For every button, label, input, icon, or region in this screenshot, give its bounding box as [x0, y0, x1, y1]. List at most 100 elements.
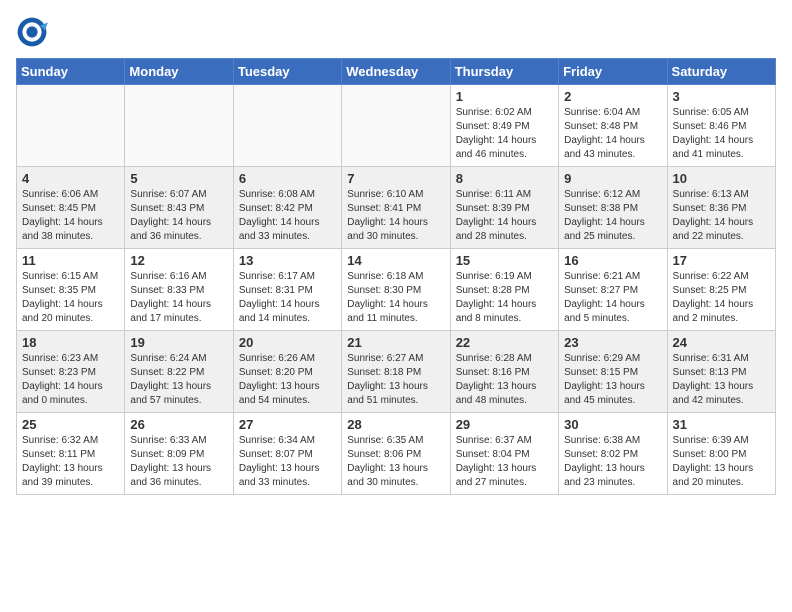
day-number: 10	[673, 171, 770, 186]
day-info: Sunrise: 6:05 AM Sunset: 8:46 PM Dayligh…	[673, 106, 770, 162]
calendar-body: 1 Sunrise: 6:02 AM Sunset: 8:49 PM Daylig…	[17, 85, 776, 495]
day-info: Sunrise: 6:39 AM Sunset: 8:00 PM Dayligh…	[673, 434, 770, 490]
day-info: Sunrise: 6:34 AM Sunset: 8:07 PM Dayligh…	[239, 434, 336, 490]
day-number: 7	[347, 171, 444, 186]
day-info: Sunrise: 6:02 AM Sunset: 8:49 PM Dayligh…	[456, 106, 553, 162]
calendar-cell: 10Sunrise: 6:13 AM Sunset: 8:36 PM Dayli…	[667, 167, 775, 249]
day-number: 5	[130, 171, 227, 186]
calendar-cell: 1 Sunrise: 6:02 AM Sunset: 8:49 PM Daylig…	[450, 85, 558, 167]
week-row-5: 25Sunrise: 6:32 AM Sunset: 8:11 PM Dayli…	[17, 413, 776, 495]
day-number: 28	[347, 417, 444, 432]
day-header-sunday: Sunday	[17, 59, 125, 85]
day-header-thursday: Thursday	[450, 59, 558, 85]
day-number: 15	[456, 253, 553, 268]
day-header-monday: Monday	[125, 59, 233, 85]
calendar-cell: 4 Sunrise: 6:06 AM Sunset: 8:45 PM Daylig…	[17, 167, 125, 249]
day-number: 27	[239, 417, 336, 432]
day-info: Sunrise: 6:26 AM Sunset: 8:20 PM Dayligh…	[239, 352, 336, 408]
day-number: 13	[239, 253, 336, 268]
day-info: Sunrise: 6:11 AM Sunset: 8:39 PM Dayligh…	[456, 188, 553, 244]
logo-icon	[16, 16, 48, 48]
calendar-cell	[125, 85, 233, 167]
day-info: Sunrise: 6:33 AM Sunset: 8:09 PM Dayligh…	[130, 434, 227, 490]
logo	[16, 16, 52, 48]
day-number: 19	[130, 335, 227, 350]
calendar-cell: 7 Sunrise: 6:10 AM Sunset: 8:41 PM Daylig…	[342, 167, 450, 249]
calendar-header: SundayMondayTuesdayWednesdayThursdayFrid…	[17, 59, 776, 85]
day-number: 22	[456, 335, 553, 350]
day-number: 4	[22, 171, 119, 186]
day-number: 6	[239, 171, 336, 186]
day-info: Sunrise: 6:06 AM Sunset: 8:45 PM Dayligh…	[22, 188, 119, 244]
day-info: Sunrise: 6:19 AM Sunset: 8:28 PM Dayligh…	[456, 270, 553, 326]
day-info: Sunrise: 6:04 AM Sunset: 8:48 PM Dayligh…	[564, 106, 661, 162]
calendar-cell: 2 Sunrise: 6:04 AM Sunset: 8:48 PM Daylig…	[559, 85, 667, 167]
calendar-cell: 24 Sunrise: 6:31 AM Sunset: 8:13 PM Dayli…	[667, 331, 775, 413]
calendar-cell: 22 Sunrise: 6:28 AM Sunset: 8:16 PM Dayli…	[450, 331, 558, 413]
header	[16, 16, 776, 48]
calendar-cell: 26 Sunrise: 6:33 AM Sunset: 8:09 PM Dayli…	[125, 413, 233, 495]
day-info: Sunrise: 6:28 AM Sunset: 8:16 PM Dayligh…	[456, 352, 553, 408]
day-number: 16	[564, 253, 661, 268]
day-info: Sunrise: 6:35 AM Sunset: 8:06 PM Dayligh…	[347, 434, 444, 490]
day-info: Sunrise: 6:08 AM Sunset: 8:42 PM Dayligh…	[239, 188, 336, 244]
calendar-table: SundayMondayTuesdayWednesdayThursdayFrid…	[16, 58, 776, 495]
day-number: 25	[22, 417, 119, 432]
day-info: Sunrise: 6:18 AM Sunset: 8:30 PM Dayligh…	[347, 270, 444, 326]
calendar-cell: 18Sunrise: 6:23 AM Sunset: 8:23 PM Dayli…	[17, 331, 125, 413]
day-number: 14	[347, 253, 444, 268]
day-number: 31	[673, 417, 770, 432]
calendar-cell: 11Sunrise: 6:15 AM Sunset: 8:35 PM Dayli…	[17, 249, 125, 331]
calendar-cell: 6 Sunrise: 6:08 AM Sunset: 8:42 PM Daylig…	[233, 167, 341, 249]
day-number: 9	[564, 171, 661, 186]
calendar-cell: 8 Sunrise: 6:11 AM Sunset: 8:39 PM Daylig…	[450, 167, 558, 249]
calendar-cell: 19 Sunrise: 6:24 AM Sunset: 8:22 PM Dayli…	[125, 331, 233, 413]
day-number: 26	[130, 417, 227, 432]
day-number: 29	[456, 417, 553, 432]
header-row: SundayMondayTuesdayWednesdayThursdayFrid…	[17, 59, 776, 85]
day-number: 17	[673, 253, 770, 268]
calendar-cell: 3 Sunrise: 6:05 AM Sunset: 8:46 PM Daylig…	[667, 85, 775, 167]
week-row-3: 11Sunrise: 6:15 AM Sunset: 8:35 PM Dayli…	[17, 249, 776, 331]
week-row-2: 4 Sunrise: 6:06 AM Sunset: 8:45 PM Daylig…	[17, 167, 776, 249]
calendar-cell: 25Sunrise: 6:32 AM Sunset: 8:11 PM Dayli…	[17, 413, 125, 495]
day-number: 8	[456, 171, 553, 186]
day-info: Sunrise: 6:37 AM Sunset: 8:04 PM Dayligh…	[456, 434, 553, 490]
calendar-cell	[342, 85, 450, 167]
calendar-cell: 13 Sunrise: 6:17 AM Sunset: 8:31 PM Dayli…	[233, 249, 341, 331]
day-header-tuesday: Tuesday	[233, 59, 341, 85]
calendar-cell: 5 Sunrise: 6:07 AM Sunset: 8:43 PM Daylig…	[125, 167, 233, 249]
day-info: Sunrise: 6:16 AM Sunset: 8:33 PM Dayligh…	[130, 270, 227, 326]
day-number: 23	[564, 335, 661, 350]
day-number: 1	[456, 89, 553, 104]
day-info: Sunrise: 6:24 AM Sunset: 8:22 PM Dayligh…	[130, 352, 227, 408]
calendar-cell	[233, 85, 341, 167]
day-number: 24	[673, 335, 770, 350]
calendar-cell: 28 Sunrise: 6:35 AM Sunset: 8:06 PM Dayli…	[342, 413, 450, 495]
day-number: 3	[673, 89, 770, 104]
calendar-cell: 31 Sunrise: 6:39 AM Sunset: 8:00 PM Dayli…	[667, 413, 775, 495]
day-number: 21	[347, 335, 444, 350]
calendar-cell: 27 Sunrise: 6:34 AM Sunset: 8:07 PM Dayli…	[233, 413, 341, 495]
calendar-cell: 17Sunrise: 6:22 AM Sunset: 8:25 PM Dayli…	[667, 249, 775, 331]
day-header-wednesday: Wednesday	[342, 59, 450, 85]
day-number: 11	[22, 253, 119, 268]
day-number: 18	[22, 335, 119, 350]
day-info: Sunrise: 6:17 AM Sunset: 8:31 PM Dayligh…	[239, 270, 336, 326]
calendar-cell: 23 Sunrise: 6:29 AM Sunset: 8:15 PM Dayli…	[559, 331, 667, 413]
calendar-cell: 15 Sunrise: 6:19 AM Sunset: 8:28 PM Dayli…	[450, 249, 558, 331]
calendar-cell	[17, 85, 125, 167]
day-info: Sunrise: 6:31 AM Sunset: 8:13 PM Dayligh…	[673, 352, 770, 408]
day-info: Sunrise: 6:27 AM Sunset: 8:18 PM Dayligh…	[347, 352, 444, 408]
calendar-cell: 29 Sunrise: 6:37 AM Sunset: 8:04 PM Dayli…	[450, 413, 558, 495]
day-header-saturday: Saturday	[667, 59, 775, 85]
calendar-cell: 9Sunrise: 6:12 AM Sunset: 8:38 PM Daylig…	[559, 167, 667, 249]
calendar-cell: 14 Sunrise: 6:18 AM Sunset: 8:30 PM Dayli…	[342, 249, 450, 331]
day-info: Sunrise: 6:38 AM Sunset: 8:02 PM Dayligh…	[564, 434, 661, 490]
day-info: Sunrise: 6:07 AM Sunset: 8:43 PM Dayligh…	[130, 188, 227, 244]
calendar-cell: 21 Sunrise: 6:27 AM Sunset: 8:18 PM Dayli…	[342, 331, 450, 413]
day-number: 2	[564, 89, 661, 104]
day-info: Sunrise: 6:29 AM Sunset: 8:15 PM Dayligh…	[564, 352, 661, 408]
day-info: Sunrise: 6:10 AM Sunset: 8:41 PM Dayligh…	[347, 188, 444, 244]
day-header-friday: Friday	[559, 59, 667, 85]
